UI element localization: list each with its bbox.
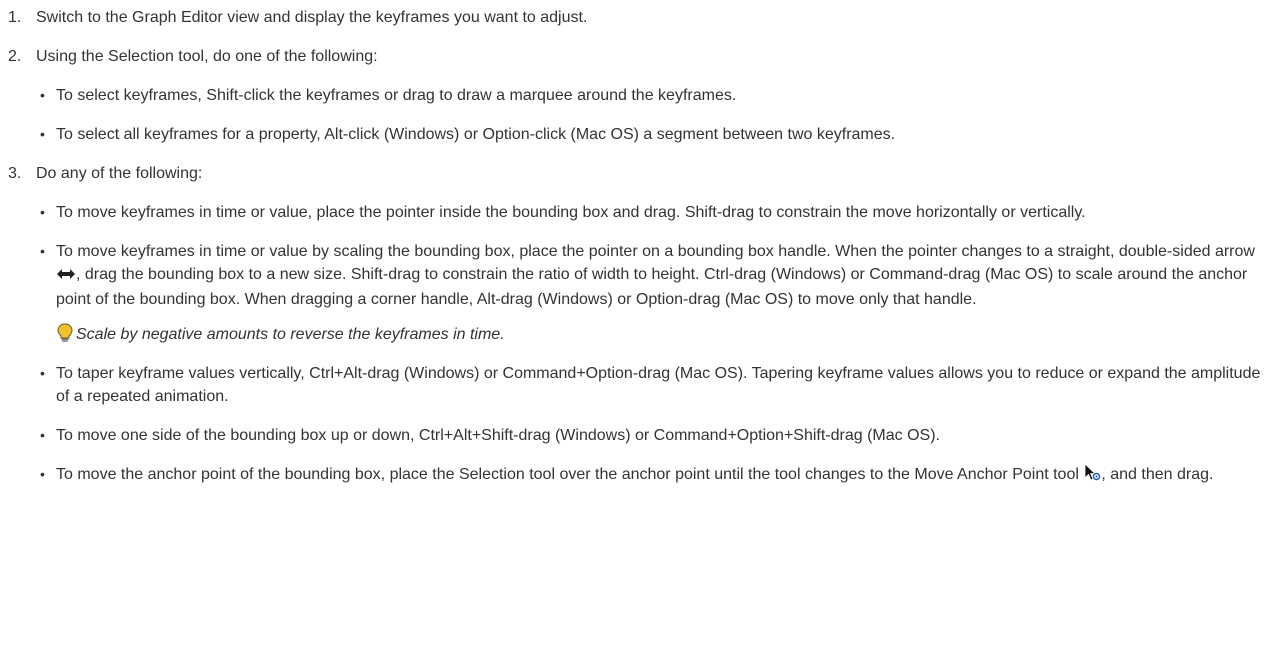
move-anchor-point-icon (1083, 463, 1101, 488)
tip-note: Scale by negative amounts to reverse the… (0, 323, 1281, 346)
bullet-text: To move the anchor point of the bounding… (56, 466, 1084, 483)
step-3: 3. Do any of the following: (0, 162, 1281, 185)
list-item: To select all keyframes for a property, … (0, 123, 1281, 146)
step-number: 3. (8, 165, 22, 182)
step-3-options: To move keyframes in time or value, plac… (0, 201, 1281, 488)
lightbulb-icon (56, 323, 74, 343)
double-sided-arrow-icon (56, 265, 76, 288)
instructions-document: 1. Switch to the Graph Editor view and d… (0, 0, 1281, 488)
step-number: 1. (8, 9, 22, 26)
list-item: To select keyframes, Shift-click the key… (0, 84, 1281, 107)
list-item: To move keyframes in time or value by sc… (0, 240, 1281, 311)
step-1: 1. Switch to the Graph Editor view and d… (0, 6, 1281, 29)
step-text: Do any of the following: (36, 165, 203, 182)
step-2-options: To select keyframes, Shift-click the key… (0, 84, 1281, 146)
step-2: 2. Using the Selection tool, do one of t… (0, 45, 1281, 68)
list-item: To move keyframes in time or value, plac… (0, 201, 1281, 224)
bullet-text: , drag the bounding box to a new size. S… (56, 266, 1248, 308)
list-item: To move one side of the bounding box up … (0, 424, 1281, 447)
step-text: Using the Selection tool, do one of the … (36, 48, 378, 65)
step-number: 2. (8, 48, 22, 65)
bullet-text: To move keyframes in time or value by sc… (56, 243, 1255, 260)
tip-text: Scale by negative amounts to reverse the… (76, 326, 505, 343)
list-item: To move the anchor point of the bounding… (0, 463, 1281, 488)
step-text: Switch to the Graph Editor view and disp… (36, 9, 588, 26)
list-item: To taper keyframe values vertically, Ctr… (0, 362, 1281, 408)
bullet-text: , and then drag. (1101, 466, 1214, 483)
